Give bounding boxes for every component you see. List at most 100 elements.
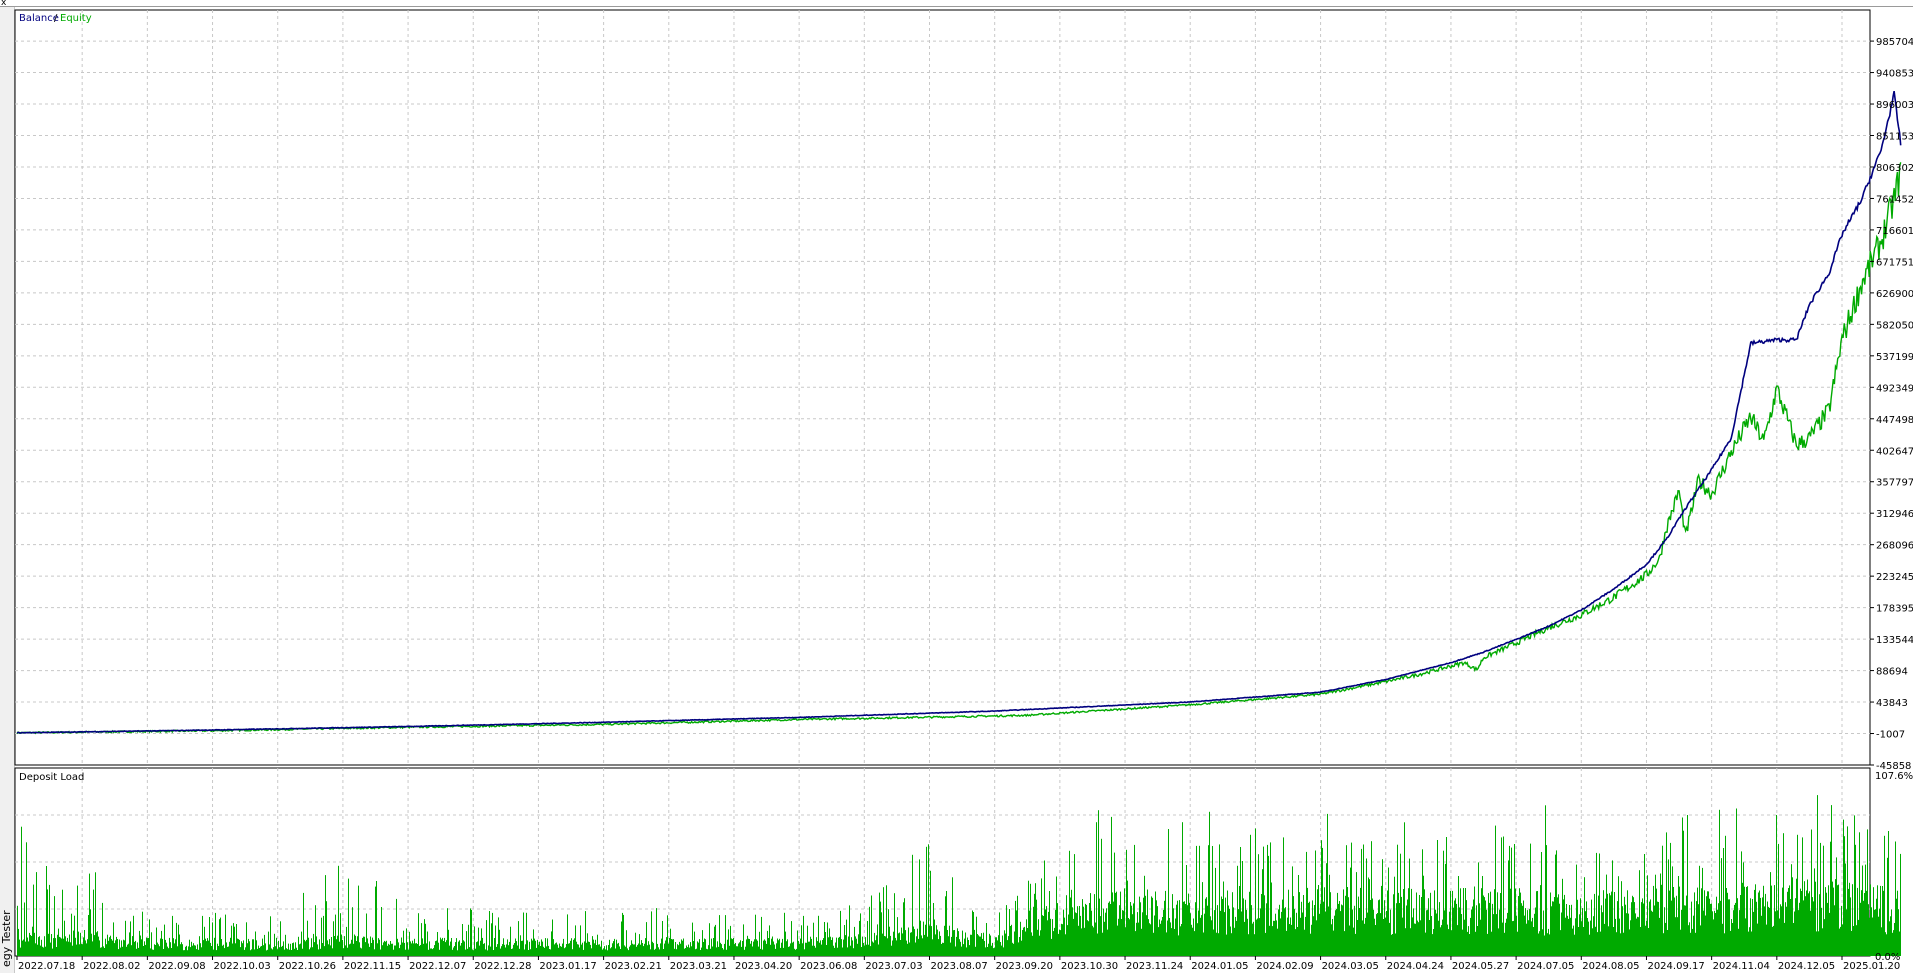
y-tick-label: 223245 [1876,572,1913,583]
deposit-load-bar [1412,917,1413,956]
deposit-load-bar [890,935,891,956]
deposit-load-bar [705,939,706,956]
deposit-load-bar [1454,900,1455,956]
deposit-load-bar [1033,906,1034,956]
deposit-load-bar [532,940,533,956]
deposit-load-bar [735,943,736,956]
deposit-load-bar [1204,913,1205,956]
deposit-load-bar [388,943,389,956]
deposit-load-bar [1691,901,1692,956]
deposit-load-bar [514,943,515,956]
deposit-load-bar [1736,808,1737,956]
y-tick-label: 43843 [1876,698,1908,709]
deposit-load-bar [1120,891,1121,956]
deposit-load-bar [1207,905,1208,956]
deposit-load-bar [950,942,951,956]
deposit-load-bar [1539,931,1540,956]
deposit-load-bar [81,943,82,956]
deposit-load-bar [993,948,994,956]
deposit-load-bar [1270,842,1271,956]
deposit-load-bar [1028,880,1029,956]
deposit-load-bar [1883,890,1884,956]
deposit-load-bar [141,939,142,956]
deposit-load-bar [1706,896,1707,956]
deposit-load-bar [1016,910,1017,956]
deposit-load-bar [26,842,27,956]
deposit-load-bar [879,892,880,956]
x-tick-label: 2022.08.02 [83,961,140,972]
deposit-load-bar [691,946,692,956]
deposit-load-bar [756,939,757,956]
deposit-load-bar [445,942,446,956]
y-tick-label: 88694 [1876,667,1908,678]
deposit-load-bar [158,944,159,956]
deposit-load-bar [1870,884,1871,956]
deposit-load-bar [1810,910,1811,956]
deposit-load-bar [937,929,938,956]
deposit-load-bar [1546,845,1547,956]
deposit-load-bar [1535,907,1536,956]
deposit-load-bar [650,949,651,956]
deposit-load-bar [54,896,55,956]
deposit-load-bar [1325,911,1326,956]
deposit-load-bar [1402,917,1403,956]
deposit-load-bar [900,940,901,956]
deposit-load-bar [1200,917,1201,956]
deposit-load-bar [1732,923,1733,956]
deposit-load-bar [1744,886,1745,956]
deposit-load-bar [600,946,601,956]
deposit-load-bar [999,912,1000,956]
deposit-load-bar [1045,909,1046,956]
deposit-load-bar [630,945,631,956]
deposit-load-bar [300,943,301,956]
deposit-load-bar [268,931,269,956]
deposit-load-bar [1257,918,1258,956]
deposit-load-bar [751,940,752,956]
deposit-load-bar [1489,902,1490,956]
deposit-load-bar [1349,925,1350,956]
deposit-load-bar [749,939,750,956]
deposit-load-bar [1459,907,1460,956]
deposit-load-bar [265,943,266,956]
deposit-load-bar [1330,892,1331,956]
deposit-load-bar [432,949,433,956]
deposit-load-bar [845,935,846,956]
deposit-load-bar [1601,905,1602,956]
deposit-load-bar [989,933,990,956]
deposit-load-bar [198,949,199,956]
deposit-load-bar [926,846,927,956]
deposit-load-bar [339,941,340,956]
deposit-load-bar [271,948,272,956]
deposit-load-bar [31,936,32,956]
deposit-load-bar [613,941,614,956]
deposit-load-bar [720,942,721,956]
deposit-load-bar [524,949,525,956]
deposit-load-bar [639,934,640,956]
deposit-load-bar [494,938,495,956]
deposit-load-bar [241,941,242,956]
deposit-load-bar [920,920,921,956]
deposit-load-bar [1360,887,1361,956]
deposit-load-bar [1435,909,1436,956]
deposit-load-bar [149,919,150,956]
deposit-load-bar [492,912,493,956]
deposit-load-bar [677,944,678,956]
deposit-load-bar [1479,903,1480,956]
deposit-load-bar [608,945,609,956]
deposit-load-bar [938,939,939,956]
deposit-load-bar [599,944,600,956]
deposit-load-bar [964,938,965,956]
deposit-load-bar [565,947,566,956]
deposit-load-bar [860,913,861,956]
deposit-load-bar [516,941,517,956]
deposit-load-bar [75,937,76,956]
deposit-load-bar [1465,888,1466,956]
deposit-load-bar [1516,915,1517,956]
deposit-load-bar [1217,905,1218,956]
deposit-load-bar [43,947,44,956]
deposit-load-bar [1545,805,1546,956]
deposit-load-bar [891,945,892,956]
deposit-load-bar [902,933,903,956]
deposit-load-bar [1309,901,1310,956]
deposit-load-bar [1372,898,1373,956]
